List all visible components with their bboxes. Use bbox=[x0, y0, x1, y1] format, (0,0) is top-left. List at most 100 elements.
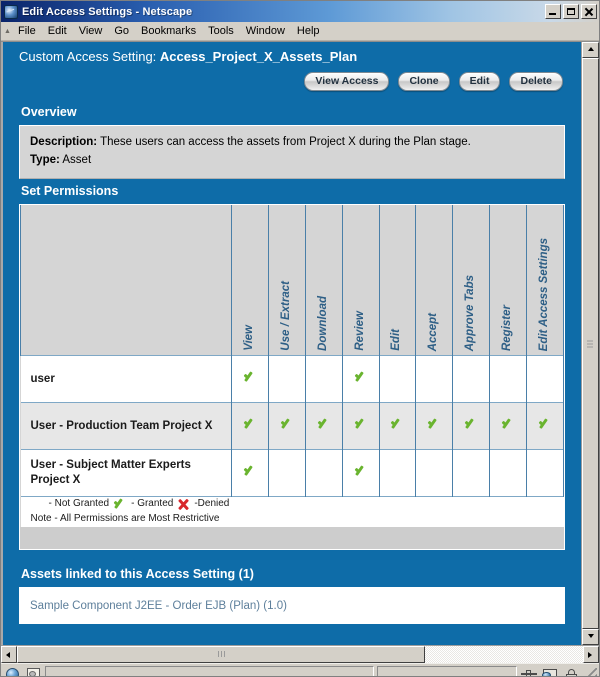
scroll-right-button[interactable] bbox=[583, 646, 599, 663]
document-icon[interactable] bbox=[24, 667, 42, 676]
perm-cell[interactable] bbox=[341, 402, 380, 450]
perm-cell[interactable] bbox=[526, 355, 564, 403]
permissions-table: View Use / Extract Download Review Edit … bbox=[19, 205, 564, 527]
permissions-footer-strip bbox=[20, 527, 564, 549]
permissions-table-body: user User - Production Team Project X Us… bbox=[20, 355, 564, 527]
column-header-accept: Accept bbox=[415, 205, 453, 356]
perm-cell[interactable] bbox=[378, 449, 416, 497]
type-value: Asset bbox=[62, 154, 92, 166]
permissions-legend: - Not Granted - Granted -Denied bbox=[21, 497, 564, 511]
column-header-approve-tabs-label: Approve Tabs bbox=[464, 274, 477, 351]
table-row: User - Production Team Project X bbox=[20, 402, 564, 450]
granted-check-icon bbox=[243, 464, 257, 478]
permissions-panel: View Use / Extract Download Review Edit … bbox=[19, 204, 565, 550]
perm-cell[interactable] bbox=[267, 402, 306, 450]
perm-cell[interactable] bbox=[489, 402, 527, 450]
menu-item-go[interactable]: Go bbox=[108, 24, 135, 39]
assets-heading: Assets linked to this Access Setting (1) bbox=[21, 567, 254, 581]
perm-cell[interactable] bbox=[304, 449, 343, 497]
perm-cell[interactable] bbox=[489, 355, 527, 403]
lock-icon[interactable] bbox=[562, 667, 580, 676]
shield-icon[interactable] bbox=[541, 667, 559, 676]
horizontal-scroll-track[interactable] bbox=[17, 646, 583, 663]
permissions-legend-row: - Not Granted - Granted -Denied Note - A… bbox=[20, 496, 564, 527]
perm-cell[interactable] bbox=[452, 402, 490, 450]
action-button-row: View Access Clone Edit Delete bbox=[3, 72, 581, 100]
perm-cell[interactable] bbox=[267, 449, 306, 497]
column-header-download-label: Download bbox=[316, 296, 329, 351]
menu-item-file[interactable]: File bbox=[12, 24, 42, 39]
view-access-button[interactable]: View Access bbox=[304, 72, 390, 91]
perm-cell[interactable] bbox=[267, 355, 306, 403]
menu-bar: ▲ File Edit View Go Bookmarks Tools Wind… bbox=[1, 22, 599, 41]
perm-cell[interactable] bbox=[489, 449, 527, 497]
page-title-name: Access_Project_X_Assets_Plan bbox=[159, 49, 358, 64]
perm-cell[interactable] bbox=[341, 449, 380, 497]
list-item[interactable]: Sample Component J2EE - Order EJB (Plan)… bbox=[30, 600, 287, 612]
perm-cell[interactable] bbox=[304, 402, 343, 450]
horizontal-scroll-thumb[interactable] bbox=[17, 646, 425, 663]
close-button[interactable] bbox=[581, 4, 597, 19]
perm-cell[interactable] bbox=[415, 355, 453, 403]
perm-cell[interactable] bbox=[526, 449, 564, 497]
granted-check-icon bbox=[354, 417, 368, 431]
perm-cell[interactable] bbox=[341, 355, 380, 403]
permissions-table-head: View Use / Extract Download Review Edit … bbox=[19, 205, 564, 356]
perm-cell[interactable] bbox=[378, 402, 416, 450]
menu-item-window[interactable]: Window bbox=[240, 24, 291, 39]
menu-item-view[interactable]: View bbox=[73, 24, 109, 39]
overview-description-line: Description: These users can access the … bbox=[30, 133, 554, 151]
column-header-edit: Edit bbox=[378, 205, 416, 356]
scroll-left-button[interactable] bbox=[1, 646, 17, 663]
scroll-up-button[interactable] bbox=[582, 42, 599, 58]
column-header-register: Register bbox=[489, 205, 527, 356]
granted-check-icon bbox=[390, 417, 404, 431]
legend-denied-label: -Denied bbox=[194, 498, 230, 509]
status-progress-cell bbox=[377, 666, 517, 676]
menu-item-edit[interactable]: Edit bbox=[42, 24, 73, 39]
scroll-down-button[interactable] bbox=[582, 629, 599, 645]
row-label: User - Subject Matter Experts Project X bbox=[20, 449, 232, 497]
column-header-edit-label: Edit bbox=[390, 329, 403, 351]
menu-grip-icon: ▲ bbox=[4, 27, 11, 35]
maximize-button[interactable] bbox=[563, 4, 579, 19]
minimize-button[interactable] bbox=[545, 4, 561, 19]
vertical-scroll-thumb[interactable] bbox=[582, 58, 599, 629]
menu-item-help[interactable]: Help bbox=[291, 24, 326, 39]
status-bar bbox=[1, 663, 599, 676]
granted-check-icon bbox=[354, 370, 368, 384]
granted-check-icon bbox=[317, 417, 331, 431]
horizontal-scrollbar[interactable] bbox=[1, 645, 599, 663]
permissions-heading: Set Permissions bbox=[21, 184, 119, 198]
vertical-scroll-track[interactable] bbox=[582, 58, 599, 629]
perm-cell[interactable] bbox=[231, 355, 269, 403]
column-header-view-label: View bbox=[242, 325, 255, 351]
table-row: User - Subject Matter Experts Project X bbox=[20, 449, 564, 497]
permissions-note: Note - All Permissions are Most Restrict… bbox=[21, 511, 564, 527]
perm-cell[interactable] bbox=[231, 449, 269, 497]
clone-button[interactable]: Clone bbox=[398, 72, 450, 91]
granted-check-icon bbox=[501, 417, 515, 431]
permissions-name-header bbox=[19, 205, 232, 356]
column-header-download: Download bbox=[304, 205, 343, 356]
perm-cell[interactable] bbox=[452, 355, 490, 403]
delete-button[interactable]: Delete bbox=[509, 72, 563, 91]
column-header-use-extract-label: Use / Extract bbox=[279, 281, 292, 351]
overview-type-line: Type: Asset bbox=[30, 151, 554, 169]
perm-cell[interactable] bbox=[452, 449, 490, 497]
plug-icon[interactable] bbox=[520, 667, 538, 676]
resize-grip-icon[interactable] bbox=[583, 667, 597, 676]
vertical-scrollbar[interactable] bbox=[581, 42, 599, 645]
perm-cell[interactable] bbox=[526, 402, 564, 450]
globe-icon[interactable] bbox=[3, 667, 21, 676]
perm-cell[interactable] bbox=[304, 355, 343, 403]
perm-cell[interactable] bbox=[378, 355, 416, 403]
menu-item-tools[interactable]: Tools bbox=[202, 24, 240, 39]
column-header-use-extract: Use / Extract bbox=[267, 205, 306, 356]
perm-cell[interactable] bbox=[415, 449, 453, 497]
edit-button[interactable]: Edit bbox=[458, 72, 501, 91]
perm-cell[interactable] bbox=[231, 402, 269, 450]
menu-item-bookmarks[interactable]: Bookmarks bbox=[135, 24, 202, 39]
row-label: User - Production Team Project X bbox=[20, 402, 232, 450]
perm-cell[interactable] bbox=[415, 402, 453, 450]
